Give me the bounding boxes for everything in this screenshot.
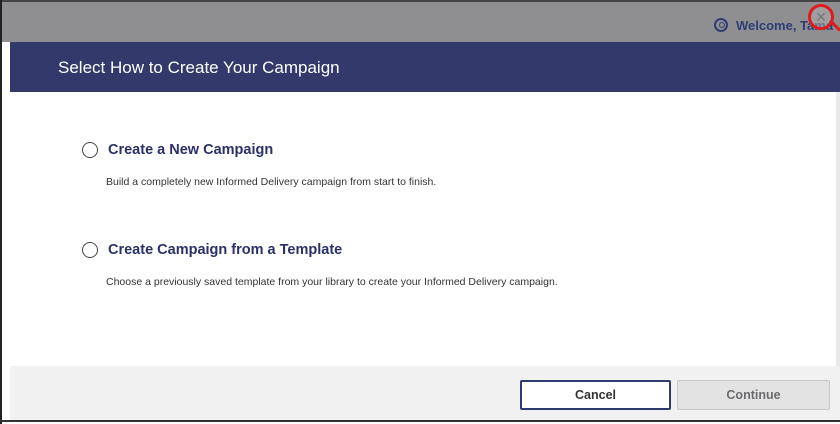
radio-new-campaign[interactable] [82,142,98,158]
continue-button[interactable]: Continue [677,380,830,410]
cancel-button[interactable]: Cancel [520,380,671,410]
dialog-footer: Cancel Continue [10,366,840,420]
top-bar-overlay: Welcome, Tama [2,2,840,42]
dialog-header: Select How to Create Your Campaign [10,42,840,92]
close-symbol: × [815,7,827,27]
dialog-title: Select How to Create Your Campaign [58,58,340,77]
frame-bottom-border [0,420,840,422]
option-template-campaign-title[interactable]: Create Campaign from a Template [108,242,342,258]
close-icon[interactable]: × [808,4,834,30]
user-circle-icon [714,18,728,32]
option-new-campaign-title[interactable]: Create a New Campaign [108,142,273,158]
dialog-right-edge [836,92,840,366]
option-new-campaign-description: Build a completely new Informed Delivery… [106,176,437,188]
option-template-campaign-row[interactable]: Create Campaign from a Template [82,242,558,258]
screen: Welcome, Tama × Select How to Create You… [0,0,840,424]
dialog-body: Create a New Campaign Build a completely… [10,92,840,366]
option-template-campaign[interactable]: Create Campaign from a Template Choose a… [82,242,558,288]
option-template-campaign-description: Choose a previously saved template from … [106,276,558,288]
frame-left-border [0,0,2,424]
radio-template-campaign[interactable] [82,242,98,258]
option-new-campaign-row[interactable]: Create a New Campaign [82,142,436,158]
option-new-campaign[interactable]: Create a New Campaign Build a completely… [82,142,436,188]
